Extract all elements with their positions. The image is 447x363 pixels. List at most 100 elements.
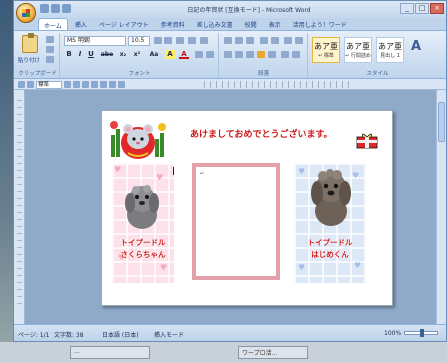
superscript-button[interactable]: x² [131,50,143,59]
scrollbar-thumb[interactable] [438,102,445,142]
open-icon[interactable] [27,81,34,88]
shading-icon[interactable] [292,51,300,58]
table-icon[interactable] [73,81,80,88]
dog-name-line1[interactable]: トイプードル [112,237,174,248]
highlight-button[interactable]: A [165,50,175,59]
zoom-level[interactable]: 100% [384,330,401,337]
change-case-button[interactable]: Aa [147,50,161,59]
dog-name-line2[interactable]: さくらちゃん [112,249,174,260]
tab-addin[interactable]: 活用しよう！ワード [288,18,352,30]
tab-page-layout[interactable]: ページ レイアウト [94,18,154,30]
multilevel-list-icon[interactable] [246,37,254,44]
print-icon[interactable] [100,81,107,88]
bold-button[interactable]: B [64,50,74,59]
paste-icon[interactable] [22,33,38,53]
document-page[interactable]: あけましておめでとうございます。 ♥ ♥ ♥ ♥ トイプードル さくらちゃん ↵ [101,110,393,306]
italic-button[interactable]: I [75,50,85,59]
dog-name-line2[interactable]: はじめくん [294,249,366,260]
heart-icon: ♥ [160,263,168,272]
format-painter-icon[interactable] [46,56,54,63]
align-center-icon[interactable] [235,51,243,58]
taskbar-item[interactable]: ... [70,346,150,359]
grow-font-icon[interactable] [154,37,162,44]
font-family-combo[interactable]: MS 明朝 [64,36,126,46]
style-heading-1[interactable]: あア亜 見出し 1 [376,37,404,63]
word-count[interactable]: 文字数: 38 [54,330,84,339]
font-group: MS 明朝 10.5 B I U abe x₂ x² Aa A A フォント [61,33,219,78]
strikethrough-button[interactable]: abe [99,50,115,59]
tab-review[interactable]: 校閲 [240,18,262,30]
underline-button[interactable]: U [86,50,96,59]
new-year-greeting[interactable]: あけましておめでとうございます。 [190,127,333,140]
title-bar: 日記の年賀状 [互換モード] - Microsoft Word _ □ × [14,1,446,18]
style-no-spacing[interactable]: あア亜 ↵ 行間詰め [344,37,372,63]
page-count[interactable]: ページ: 1/1 [18,330,49,339]
message-frame[interactable]: ↵ [192,163,280,280]
distributed-icon[interactable] [268,51,276,58]
dog-photo-hajime [311,169,351,226]
decrease-indent-icon[interactable] [260,37,268,44]
font-icon[interactable] [64,81,71,88]
minimize-button[interactable]: _ [400,3,414,14]
char-shading-icon[interactable] [195,51,203,58]
tab-view[interactable]: 表示 [264,18,286,30]
maximize-button[interactable]: □ [415,3,429,14]
save-icon[interactable] [40,4,49,13]
zoom-slider[interactable] [404,329,438,337]
status-bar: ページ: 1/1 文字数: 38 日本語 (日本) 挿入モード 100% [14,324,446,341]
desktop-background [0,0,13,363]
char-border-icon[interactable] [200,37,208,44]
mouse-daruma-illustration [110,121,166,159]
left-photo-panel: ♥ ♥ ♥ ♥ トイプードル さくらちゃん [112,163,174,283]
insert-mode[interactable]: 挿入モード [154,330,184,339]
show-marks-icon[interactable] [295,37,303,44]
enclose-char-icon[interactable] [206,51,214,58]
subscript-button[interactable]: x₂ [117,50,129,59]
phonetic-guide-icon[interactable] [188,37,196,44]
heart-icon: ♥ [114,165,122,174]
clipboard-group: 貼り付け クリップボード [16,33,60,78]
shapes-icon[interactable] [91,81,98,88]
dog-photo-sakura [125,185,159,229]
picture-icon[interactable] [82,81,89,88]
symbol-icon[interactable] [118,81,125,88]
cut-icon[interactable] [46,36,54,43]
sort-icon[interactable] [284,37,292,44]
close-button[interactable]: × [430,3,444,14]
tab-mailings[interactable]: 差し込み文書 [192,18,238,30]
vertical-ruler[interactable] [14,90,25,324]
tab-home[interactable]: ホーム [38,18,68,30]
increase-indent-icon[interactable] [271,37,279,44]
numbering-icon[interactable] [235,37,243,44]
new-doc-icon[interactable] [18,81,25,88]
language-indicator[interactable]: 日本語 (日本) [102,330,139,339]
justify-icon[interactable] [257,51,265,58]
undo-icon[interactable] [51,4,60,13]
line-spacing-icon[interactable] [281,51,289,58]
paste-button[interactable]: 貼り付け [18,56,40,64]
tab-insert[interactable]: 挿入 [70,18,92,30]
change-styles-icon[interactable]: A [411,39,421,54]
heart-icon: ♥ [298,167,306,176]
bullets-icon[interactable] [224,37,232,44]
office-button[interactable] [16,3,36,23]
taskbar [0,342,447,363]
preview-icon[interactable] [109,81,116,88]
copy-icon[interactable] [46,46,54,53]
dog-name-line1[interactable]: トイプードル [294,237,366,248]
redo-icon[interactable] [62,4,71,13]
tab-references[interactable]: 参考資料 [156,18,190,30]
vertical-scrollbar[interactable] [436,90,446,324]
font-color-button[interactable]: A [179,50,189,59]
style-combo[interactable]: 標準 [36,80,62,89]
shrink-font-icon[interactable] [164,37,172,44]
heart-icon: ♥ [354,261,362,270]
font-size-combo[interactable]: 10.5 [128,36,150,46]
align-right-icon[interactable] [246,51,254,58]
paragraph-group: 段落 [220,33,308,78]
align-left-icon[interactable] [224,51,232,58]
style-normal[interactable]: あア亜 ↵ 標準 [312,37,340,63]
clear-format-icon[interactable] [176,37,184,44]
taskbar-item[interactable]: ワープロ活... [238,346,308,359]
formatting-toolbar: 標準 [14,79,204,90]
